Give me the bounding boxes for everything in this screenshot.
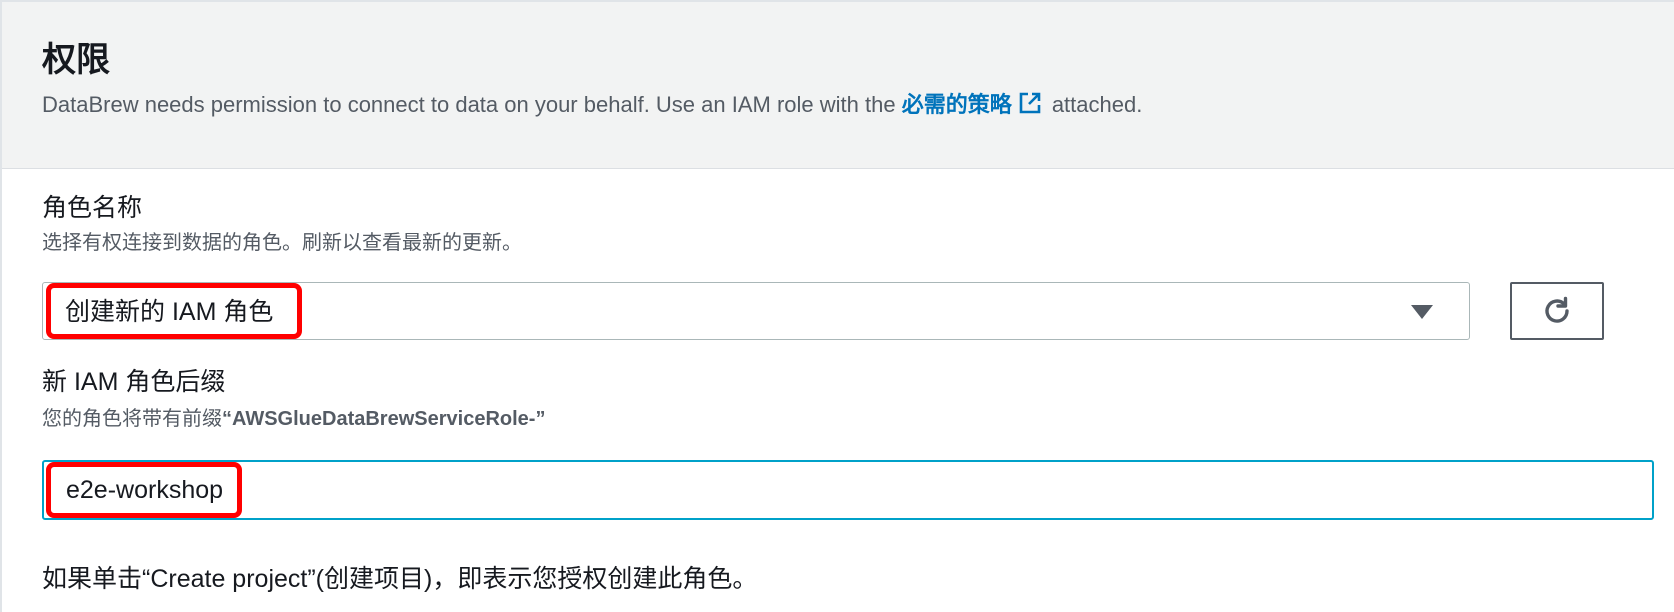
refresh-icon [1545, 296, 1569, 323]
panel-header: 权限 DataBrew needs permission to connect … [2, 2, 1674, 169]
role-suffix-input[interactable] [42, 460, 1654, 520]
refresh-button[interactable] [1510, 282, 1604, 340]
role-suffix-hint-prefix: 您的角色将带有前缀 [42, 408, 222, 430]
role-suffix-label: 新 IAM 角色后缀 [42, 368, 226, 396]
required-policy-link[interactable]: 必需的策略 [902, 92, 1046, 117]
description-prefix: DataBrew needs permission to connect to … [42, 92, 902, 117]
role-name-selected-value: 创建新的 IAM 角色 [65, 298, 274, 326]
panel-title: 权限 [42, 41, 110, 79]
role-name-select[interactable]: 创建新的 IAM 角色 [42, 282, 1470, 340]
authorization-note: 如果单击“Create project”(创建项目)，即表示您授权创建此角色。 [42, 565, 758, 593]
caret-down-icon [1411, 305, 1433, 319]
panel-description: DataBrew needs permission to connect to … [42, 90, 1142, 120]
required-policy-link-text[interactable]: 必需的策略 [902, 92, 1012, 117]
description-suffix: attached. [1045, 92, 1143, 117]
permissions-panel: 权限 DataBrew needs permission to connect … [0, 0, 1674, 612]
role-name-label: 角色名称 [42, 194, 143, 222]
external-link-icon[interactable] [1018, 91, 1042, 115]
role-suffix-hint: 您的角色将带有前缀“AWSGlueDataBrewServiceRole-” [42, 406, 545, 432]
role-name-hint: 选择有权连接到数据的角色。刷新以查看最新的更新。 [42, 232, 522, 254]
role-prefix-value: “AWSGlueDataBrewServiceRole-” [222, 408, 546, 430]
